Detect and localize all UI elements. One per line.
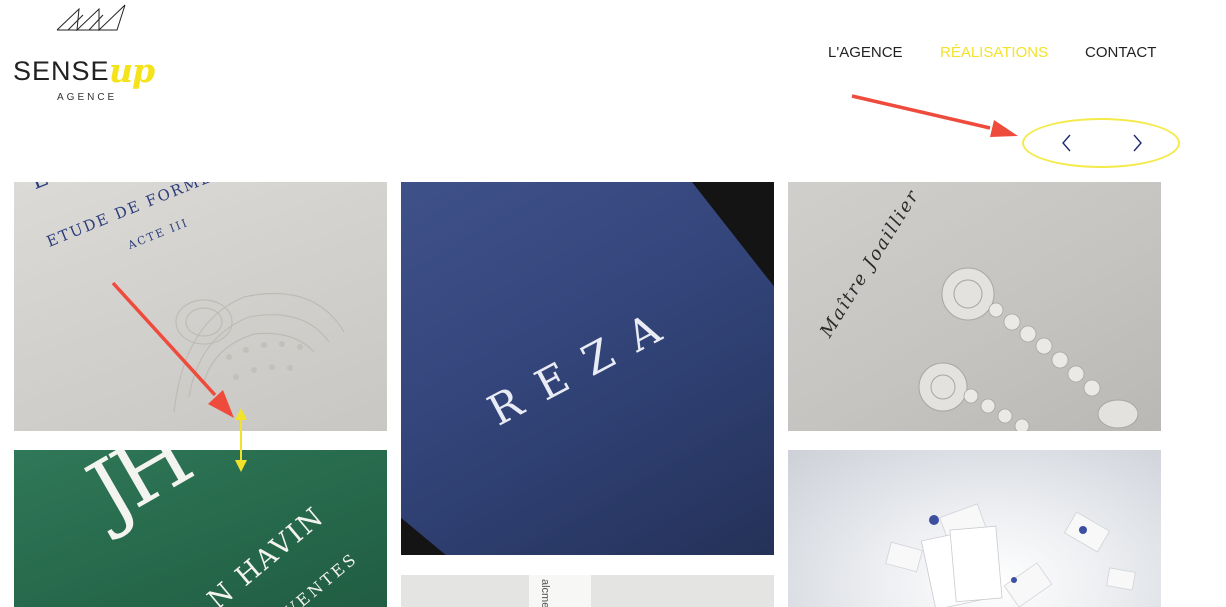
logo-tagline: AGENCE bbox=[57, 92, 118, 103]
gallery-tile-business-cards[interactable] bbox=[788, 450, 1161, 607]
logo-accent: up bbox=[109, 51, 155, 90]
prev-button[interactable] bbox=[1054, 130, 1080, 156]
gallery-tile-alcme[interactable]: alcme bbox=[401, 575, 774, 607]
gallery-tile-maitre-joaillier[interactable]: Maître Joaillier bbox=[788, 182, 1161, 431]
logo[interactable]: SENSE up AGENCE bbox=[13, 3, 173, 103]
nav-agence[interactable]: L'AGENCE bbox=[828, 44, 903, 61]
tile-monogram: JH bbox=[72, 450, 204, 541]
embossed-earrings bbox=[918, 267, 1139, 431]
chevron-left-icon bbox=[1062, 134, 1071, 152]
nav-realisations[interactable]: RÉALISATIONS bbox=[940, 44, 1048, 61]
gallery-tile-reza[interactable]: REZA bbox=[401, 182, 774, 555]
gallery-tile-etude-de-formes[interactable]: E ETUDE DE FORMES ACTE III bbox=[14, 182, 387, 431]
embossed-shell-pattern bbox=[173, 292, 345, 413]
logo-word: SENSE bbox=[13, 56, 110, 86]
gallery-pager bbox=[1022, 118, 1180, 168]
tile-text: alcme bbox=[539, 579, 551, 607]
red-arrow-icon bbox=[851, 94, 1018, 137]
gallery-tile-havin[interactable]: JH N HAVIN E VENTES bbox=[14, 450, 387, 607]
flying-cards-illustration bbox=[885, 503, 1136, 607]
next-button[interactable] bbox=[1124, 130, 1150, 156]
chevron-right-icon bbox=[1133, 134, 1142, 152]
nav-contact[interactable]: CONTACT bbox=[1085, 44, 1156, 61]
logo-mark-icon bbox=[56, 4, 126, 32]
